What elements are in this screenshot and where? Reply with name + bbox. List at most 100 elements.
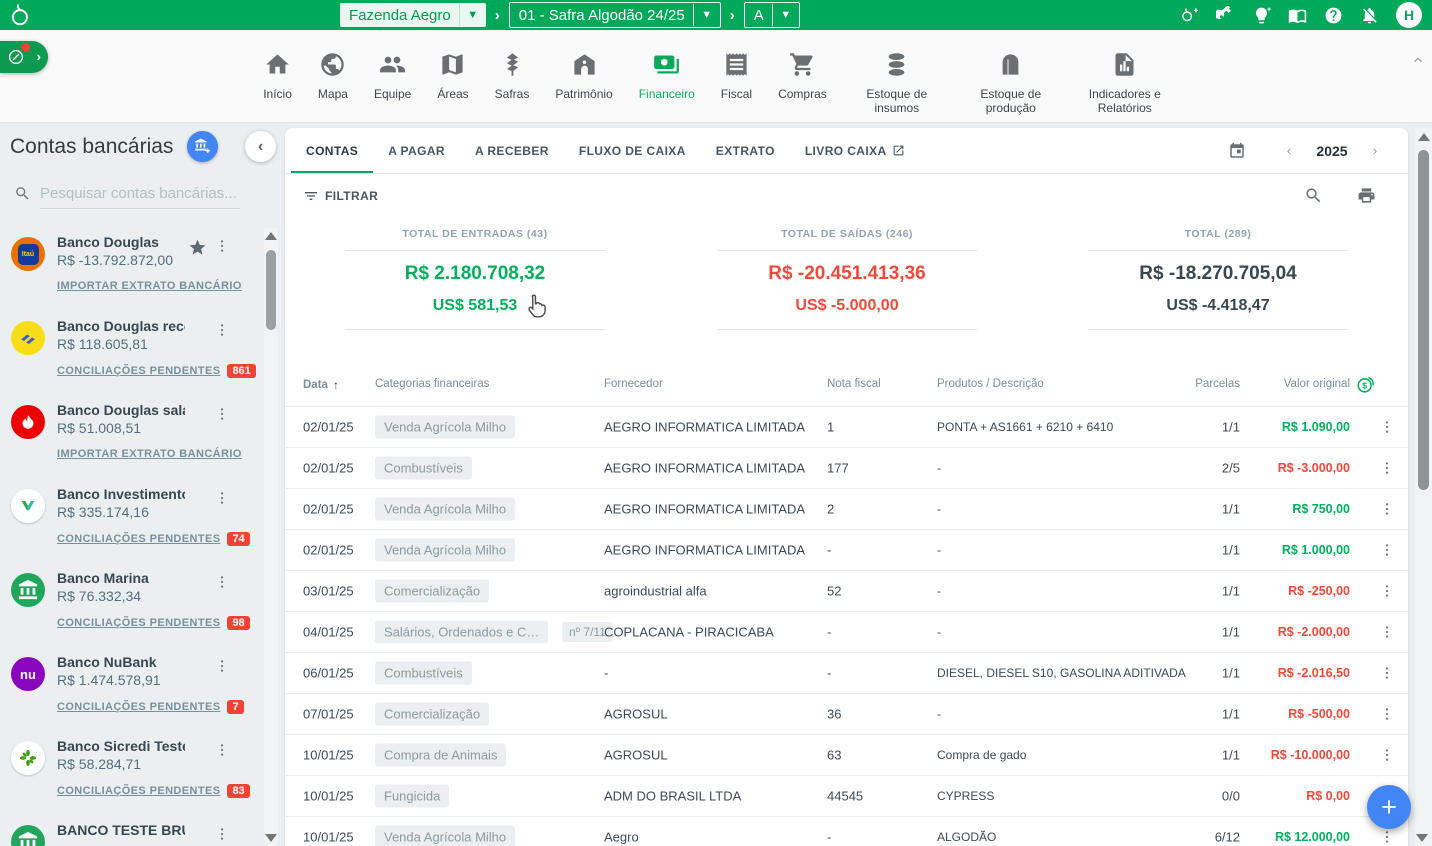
table-row[interactable]: 02/01/25 Venda Agrícola Milho AEGRO INFO… xyxy=(285,529,1408,570)
table-row[interactable]: 03/01/25 Comercialização agroindustrial … xyxy=(285,570,1408,611)
chevron-down-icon[interactable]: ▼ xyxy=(694,9,720,21)
row-more-options-icon[interactable] xyxy=(1379,460,1395,476)
chevron-down-icon[interactable]: ▼ xyxy=(773,9,799,21)
nav-item-patrimonio[interactable]: Patrimônio xyxy=(542,51,625,101)
nav-item-estoque-de-producao[interactable]: Estoque de produção xyxy=(954,51,1068,115)
chevron-down-icon[interactable]: ▼ xyxy=(460,9,486,21)
row-more-options-icon[interactable] xyxy=(1379,542,1395,558)
more-options-icon[interactable] xyxy=(214,826,230,842)
harvest-selector[interactable]: 01 - Safra Algodão 24/25 ▼ xyxy=(509,2,721,28)
scrollbar-thumb[interactable] xyxy=(1418,150,1429,490)
more-options-icon[interactable] xyxy=(214,238,230,254)
notifications-off-icon[interactable] xyxy=(1360,6,1379,25)
table-row[interactable]: 02/01/25 Venda Agrícola Milho AEGRO INFO… xyxy=(285,406,1408,447)
column-header-produtos[interactable]: Produtos / Descrição xyxy=(937,378,1044,390)
add-transaction-fab[interactable]: + xyxy=(1367,785,1411,829)
table-row[interactable]: 07/01/25 Comercialização AGROSUL 36 - 1/… xyxy=(285,693,1408,734)
table-row[interactable]: 04/01/25 Salários, Ordenados e C… nº 7/1… xyxy=(285,611,1408,652)
bank-action-link[interactable]: IMPORTAR EXTRATO BANCÁRIO xyxy=(57,448,242,460)
row-more-options-icon[interactable] xyxy=(1379,583,1395,599)
table-row[interactable]: 10/01/25 Compra de Animais AGROSUL 63 Co… xyxy=(285,734,1408,775)
more-options-icon[interactable] xyxy=(214,490,230,506)
nav-item-compras[interactable]: Compras xyxy=(765,51,840,101)
collapse-sidebar-button[interactable]: ‹ xyxy=(245,131,276,162)
nav-item-financeiro[interactable]: Financeiro xyxy=(626,51,708,101)
favorite-star-icon[interactable] xyxy=(188,238,207,257)
column-header-data[interactable]: Data ↑ xyxy=(303,378,339,392)
table-row[interactable]: 10/01/25 Fungicida ADM DO BRASIL LTDA 44… xyxy=(285,775,1408,816)
column-header-valor-original[interactable]: Valor original xyxy=(1203,378,1350,390)
tab-fluxo-de-caixa[interactable]: FLUXO DE CAIXA xyxy=(564,128,701,173)
plot-selector[interactable]: A ▼ xyxy=(744,2,800,28)
add-bank-account-button[interactable] xyxy=(187,131,218,162)
bank-account-item[interactable]: Banco Douglas salário Ti… R$ 51.008,51 I… xyxy=(0,393,262,477)
side-panel-toggle[interactable]: › xyxy=(0,41,48,73)
nav-item-areas[interactable]: Áreas xyxy=(424,51,481,101)
bank-account-item[interactable]: Banco Sicredi Teste R$ 58.284,71 CONCILI… xyxy=(0,729,262,813)
nav-item-estoque-de-insumos[interactable]: Estoque de insumos xyxy=(840,51,954,115)
row-more-options-icon[interactable] xyxy=(1379,419,1395,435)
bank-action-link[interactable]: CONCILIAÇÕES PENDENTES xyxy=(57,533,220,545)
table-row[interactable]: 02/01/25 Combustíveis AEGRO INFORMATICA … xyxy=(285,447,1408,488)
table-row[interactable]: 02/01/25 Venda Agrícola Milho AEGRO INFO… xyxy=(285,488,1408,529)
tab-a-receber[interactable]: A RECEBER xyxy=(460,128,564,173)
column-header-fornecedor[interactable]: Fornecedor xyxy=(604,378,663,390)
bank-account-item[interactable]: Banco Marina R$ 76.332,34 CONCILIAÇÕES P… xyxy=(0,561,262,645)
scroll-down-arrow[interactable] xyxy=(265,834,277,842)
main-scrollbar[interactable] xyxy=(1415,128,1432,846)
tab-extrato[interactable]: EXTRATO xyxy=(701,128,790,173)
bank-account-item[interactable]: BANCO TESTE BRUNA xyxy=(0,813,262,846)
farm-selector[interactable]: Fazenda Aegro ▼ xyxy=(340,3,486,27)
invite-icon[interactable] xyxy=(1180,6,1199,25)
row-more-options-icon[interactable] xyxy=(1379,747,1395,763)
more-options-icon[interactable] xyxy=(214,658,230,674)
nav-item-fiscal[interactable]: Fiscal xyxy=(708,51,765,101)
bank-action-link[interactable]: CONCILIAÇÕES PENDENTES xyxy=(57,701,220,713)
scroll-up-arrow[interactable] xyxy=(1418,133,1430,141)
more-options-icon[interactable] xyxy=(214,322,230,338)
bank-account-item[interactable]: Banco Investimentos R$ 335.174,16 CONCIL… xyxy=(0,477,262,561)
tab-contas[interactable]: CONTAS xyxy=(291,128,373,173)
table-row[interactable]: 10/01/25 Venda Agrícola Milho Aegro - AL… xyxy=(285,816,1408,846)
bank-action-link[interactable]: CONCILIAÇÕES PENDENTES xyxy=(57,617,220,629)
sidebar-scrollbar[interactable] xyxy=(264,228,278,846)
more-options-icon[interactable] xyxy=(214,406,230,422)
next-year-button[interactable]: › xyxy=(1360,143,1390,158)
bank-account-item[interactable]: Itaú Banco Douglas R$ -13.792.872,00 IMP… xyxy=(0,225,262,309)
search-table-icon[interactable] xyxy=(1304,186,1323,205)
bank-action-link[interactable]: CONCILIAÇÕES PENDENTES xyxy=(57,365,220,377)
more-options-icon[interactable] xyxy=(214,742,230,758)
tab-a-pagar[interactable]: A PAGAR xyxy=(373,128,460,173)
nav-item-equipe[interactable]: Equipe xyxy=(361,51,424,101)
nav-item-indicadores-e-relatorios[interactable]: Indicadores e Relatórios xyxy=(1068,51,1182,115)
scrollbar-thumb[interactable] xyxy=(266,250,276,330)
bank-account-item[interactable]: nu Banco NuBank R$ 1.474.578,91 CONCILIA… xyxy=(0,645,262,729)
row-more-options-icon[interactable] xyxy=(1379,706,1395,722)
print-icon[interactable] xyxy=(1357,186,1376,205)
row-more-options-icon[interactable] xyxy=(1379,665,1395,681)
calendar-icon[interactable] xyxy=(1228,142,1246,160)
key-icon[interactable] xyxy=(1216,6,1235,25)
scroll-up-arrow[interactable] xyxy=(265,232,277,240)
filter-button[interactable]: FILTRAR xyxy=(303,188,378,204)
tab-livro-caixa[interactable]: LIVRO CAIXA xyxy=(790,128,920,173)
currency-coin-icon[interactable]: $ xyxy=(1355,373,1377,395)
help-icon[interactable] xyxy=(1324,6,1343,25)
search-input[interactable] xyxy=(40,182,240,209)
bank-account-item[interactable]: Banco Douglas recebime… R$ 118.605,81 CO… xyxy=(0,309,262,393)
collapse-nav-icon[interactable] xyxy=(1410,52,1426,68)
scroll-down-arrow[interactable] xyxy=(1416,834,1428,842)
bank-action-link[interactable]: IMPORTAR EXTRATO BANCÁRIO xyxy=(57,280,242,292)
more-options-icon[interactable] xyxy=(214,574,230,590)
book-icon[interactable] xyxy=(1288,6,1307,25)
row-more-options-icon[interactable] xyxy=(1379,501,1395,517)
bank-action-link[interactable]: CONCILIAÇÕES PENDENTES xyxy=(57,785,220,797)
table-row[interactable]: 06/01/25 Combustíveis - - DIESEL, DIESEL… xyxy=(285,652,1408,693)
column-header-nota-fiscal[interactable]: Nota fiscal xyxy=(827,378,881,390)
previous-year-button[interactable]: ‹ xyxy=(1274,143,1304,158)
lightbulb-plus-icon[interactable] xyxy=(1252,6,1271,25)
nav-item-safras[interactable]: Safras xyxy=(482,51,543,101)
row-more-options-icon[interactable] xyxy=(1379,624,1395,640)
nav-item-inicio[interactable]: Início xyxy=(250,51,305,101)
row-more-options-icon[interactable] xyxy=(1379,829,1395,845)
